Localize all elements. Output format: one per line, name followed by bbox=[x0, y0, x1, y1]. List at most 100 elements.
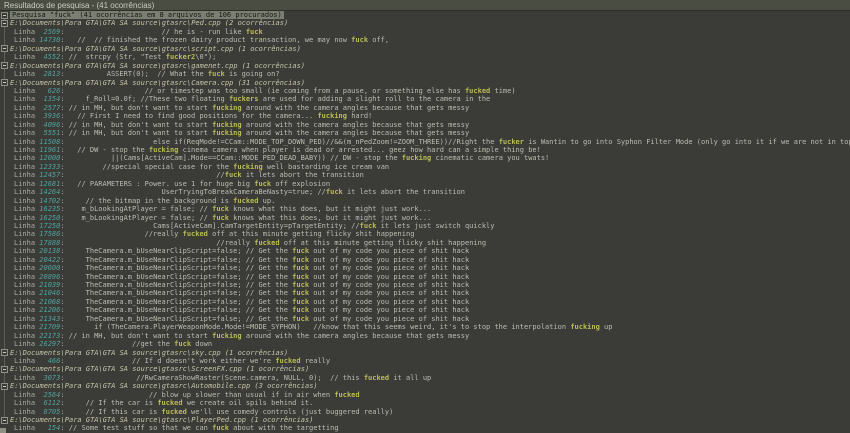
result-line-row[interactable]: Linha 22173: // in MH, but don't want to… bbox=[0, 332, 850, 340]
result-line-row[interactable]: Linha 20138: TheCamera.m_bUseNearClipScr… bbox=[0, 247, 850, 255]
search-match: fuck bbox=[208, 70, 225, 78]
line-number: 21206 bbox=[35, 306, 60, 314]
search-summary-row[interactable]: Pesquisa "fuck" (41 ocorrências em 8 arq… bbox=[0, 11, 850, 19]
search-match: fucking bbox=[212, 121, 242, 129]
collapse-toggle-icon[interactable] bbox=[1, 417, 8, 424]
result-line-row[interactable]: Linha 3073: //RwCameraShowRaster(Scene.c… bbox=[0, 374, 850, 382]
line-prefix: Linha bbox=[14, 112, 35, 120]
collapse-toggle-icon[interactable] bbox=[1, 383, 8, 390]
code-text: //RwCameraShowRaster(Scene.camera, NULL,… bbox=[65, 374, 432, 382]
result-line-row[interactable]: Linha 26297: //get the fuck down bbox=[0, 340, 850, 348]
result-line-row[interactable]: Linha 1354: f_Roll=0.0f; //These two flo… bbox=[0, 95, 850, 103]
search-match: fuck bbox=[292, 281, 309, 289]
code-text: TheCamera.m_bUseNearClipScript=false; //… bbox=[65, 315, 470, 323]
result-line-row[interactable]: Linha 21068: TheCamera.m_bUseNearClipScr… bbox=[0, 298, 850, 306]
line-prefix: Linha bbox=[14, 104, 35, 112]
result-line-row[interactable]: Linha 2564: // blow up slower than usual… bbox=[0, 391, 850, 399]
line-number: 6112 bbox=[35, 399, 60, 407]
line-prefix: Linha bbox=[14, 171, 35, 179]
result-line-row[interactable]: Linha 14264: UserTryingToBreakCameraBeNa… bbox=[0, 188, 850, 196]
result-line-row[interactable]: Linha 21046: TheCamera.m_bUseNearClipScr… bbox=[0, 289, 850, 297]
line-number: 14264 bbox=[35, 188, 60, 196]
result-line-row[interactable]: Linha 12681: // PARAMETERS : Power. use … bbox=[0, 180, 850, 188]
line-number: 20600 bbox=[35, 264, 60, 272]
file-header-row[interactable]: E:\Documents\Para GTA\GTA SA source\gtas… bbox=[0, 19, 850, 27]
file-header-row[interactable]: E:\Documents\Para GTA\GTA SA source\gtas… bbox=[0, 349, 850, 357]
result-line-row[interactable]: Linha 20896: TheCamera.m_bUseNearClipScr… bbox=[0, 273, 850, 281]
line-prefix: Linha bbox=[14, 121, 35, 129]
result-line-row[interactable]: Linha 11508: else if(ReqMode!=CCam::MODE… bbox=[0, 138, 850, 146]
line-prefix: Linha bbox=[14, 222, 35, 230]
result-line-row[interactable]: Linha 8705: // If this car is fucked we'… bbox=[0, 408, 850, 416]
result-line-row[interactable]: Linha 12333: //special special case for … bbox=[0, 163, 850, 171]
result-line-row[interactable]: Linha 626: // or timestep was too small … bbox=[0, 87, 850, 95]
file-header-row[interactable]: E:\Documents\Para GTA\GTA SA source\gtas… bbox=[0, 382, 850, 390]
collapse-toggle-icon[interactable] bbox=[1, 366, 8, 373]
line-prefix: Linha bbox=[14, 28, 35, 36]
line-number: 12457 bbox=[35, 171, 60, 179]
search-match: fuck bbox=[225, 171, 242, 179]
code-text: // DW - stop the fucking cinema camera w… bbox=[65, 146, 541, 154]
collapse-toggle-icon[interactable] bbox=[1, 62, 8, 69]
line-prefix: Linha bbox=[14, 214, 35, 222]
collapse-toggle-icon[interactable] bbox=[1, 349, 8, 356]
result-line-row[interactable]: Linha 17250: Cams[ActiveCam].CamTargetEn… bbox=[0, 222, 850, 230]
result-line-row[interactable]: Linha 20422: TheCamera.m_bUseNearClipScr… bbox=[0, 256, 850, 264]
result-line-row[interactable]: Linha 5551: // in MH, but don't want to … bbox=[0, 129, 850, 137]
line-prefix: Linha bbox=[14, 408, 35, 416]
result-line-row[interactable]: Linha 154: // Some test stuff so that we… bbox=[0, 424, 850, 432]
code-text: //special special case for the fucking w… bbox=[65, 163, 390, 171]
result-line-row[interactable]: Linha 17586: //really fucked off at this… bbox=[0, 230, 850, 238]
line-number: 11961 bbox=[35, 146, 60, 154]
result-line-row[interactable]: Linha 21343: TheCamera.m_bUseNearClipScr… bbox=[0, 315, 850, 323]
code-text: ASSERT(0); // What the fuck is going on? bbox=[65, 70, 280, 78]
result-line-row[interactable]: Linha 2813: ASSERT(0); // What the fuck … bbox=[0, 70, 850, 78]
file-header-row[interactable]: E:\Documents\Para GTA\GTA SA source\gtas… bbox=[0, 416, 850, 424]
collapse-toggle-icon[interactable] bbox=[1, 45, 8, 52]
file-header-row[interactable]: E:\Documents\Para GTA\GTA SA source\gtas… bbox=[0, 62, 850, 70]
result-line-row[interactable]: Linha 17888: //really fucked off at this… bbox=[0, 239, 850, 247]
result-line-row[interactable]: Linha 14702: // the bitmap in the backgr… bbox=[0, 197, 850, 205]
code-text: f_Roll=0.0f; //These two floating fucker… bbox=[65, 95, 491, 103]
code-text: //really fucked off at this minute getti… bbox=[65, 230, 415, 238]
result-line-row[interactable]: Linha 21206: TheCamera.m_bUseNearClipScr… bbox=[0, 306, 850, 314]
file-header-row[interactable]: E:\Documents\Para GTA\GTA SA source\gtas… bbox=[0, 45, 850, 53]
result-line-row[interactable]: Linha 14730: // // finished the frozen d… bbox=[0, 36, 850, 44]
collapse-toggle-icon[interactable] bbox=[1, 12, 8, 19]
collapse-toggle-icon[interactable] bbox=[1, 79, 8, 86]
result-line-row[interactable]: Linha 21709: if (TheCamera.PlayerWeaponM… bbox=[0, 323, 850, 331]
result-line-row[interactable]: Linha 4552: // strcpy (Str, "Test fucker… bbox=[0, 53, 850, 61]
line-prefix: Linha bbox=[14, 332, 35, 340]
code-text: // strcpy (Str, "Test fucker2\0"); bbox=[65, 53, 217, 61]
line-prefix: Linha bbox=[14, 95, 35, 103]
line-prefix: Linha bbox=[14, 53, 35, 61]
file-header-row[interactable]: E:\Documents\Para GTA\GTA SA source\gtas… bbox=[0, 365, 850, 373]
line-prefix: Linha bbox=[14, 239, 35, 247]
result-line-row[interactable]: Linha 20600: TheCamera.m_bUseNearClipScr… bbox=[0, 264, 850, 272]
result-line-row[interactable]: Linha 3936: // First I need to find good… bbox=[0, 112, 850, 120]
line-number: 2569 bbox=[35, 28, 60, 36]
file-header-row[interactable]: E:\Documents\Para GTA\GTA SA source\gtas… bbox=[0, 79, 850, 87]
result-line-row[interactable]: Linha 16250: m_bLookingAtPlayer = false;… bbox=[0, 214, 850, 222]
line-prefix: Linha bbox=[14, 323, 35, 331]
result-line-row[interactable]: Linha 11961: // DW - stop the fucking ci… bbox=[0, 146, 850, 154]
search-summary-text: Pesquisa "fuck" (41 ocorrências em 8 arq… bbox=[10, 11, 284, 19]
file-path: E:\Documents\Para GTA\GTA SA source\gtas… bbox=[10, 45, 301, 53]
line-prefix: Linha bbox=[14, 281, 35, 289]
result-line-row[interactable]: Linha 21039: TheCamera.m_bUseNearClipScr… bbox=[0, 281, 850, 289]
result-line-row[interactable]: Linha 12457: //fuck it lets abort the tr… bbox=[0, 171, 850, 179]
result-line-row[interactable]: Linha 12000: ||(Cams[ActiveCam].Mode==CC… bbox=[0, 154, 850, 162]
search-match: fuck bbox=[246, 28, 263, 36]
file-path: E:\Documents\Para GTA\GTA SA source\gtas… bbox=[10, 62, 305, 70]
collapse-toggle-icon[interactable] bbox=[1, 20, 8, 27]
result-line-row[interactable]: Linha 16235: m_bLookingAtPlayer = false;… bbox=[0, 205, 850, 213]
line-number: 17586 bbox=[35, 230, 60, 238]
result-line-row[interactable]: Linha 2577: // in MH, but don't want to … bbox=[0, 104, 850, 112]
result-line-row[interactable]: Linha 2569: // he is - run like fuck bbox=[0, 28, 850, 36]
results-tree[interactable]: Pesquisa "fuck" (41 ocorrências em 8 arq… bbox=[0, 11, 850, 433]
result-line-row[interactable]: Linha 466: // If d doesn't work either w… bbox=[0, 357, 850, 365]
result-line-row[interactable]: Linha 4096: // in MH, but don't want to … bbox=[0, 121, 850, 129]
result-line-row[interactable]: Linha 6112: // If the car is fucked we c… bbox=[0, 399, 850, 407]
line-prefix: Linha bbox=[14, 197, 35, 205]
file-path: E:\Documents\Para GTA\GTA SA source\gtas… bbox=[10, 365, 309, 373]
